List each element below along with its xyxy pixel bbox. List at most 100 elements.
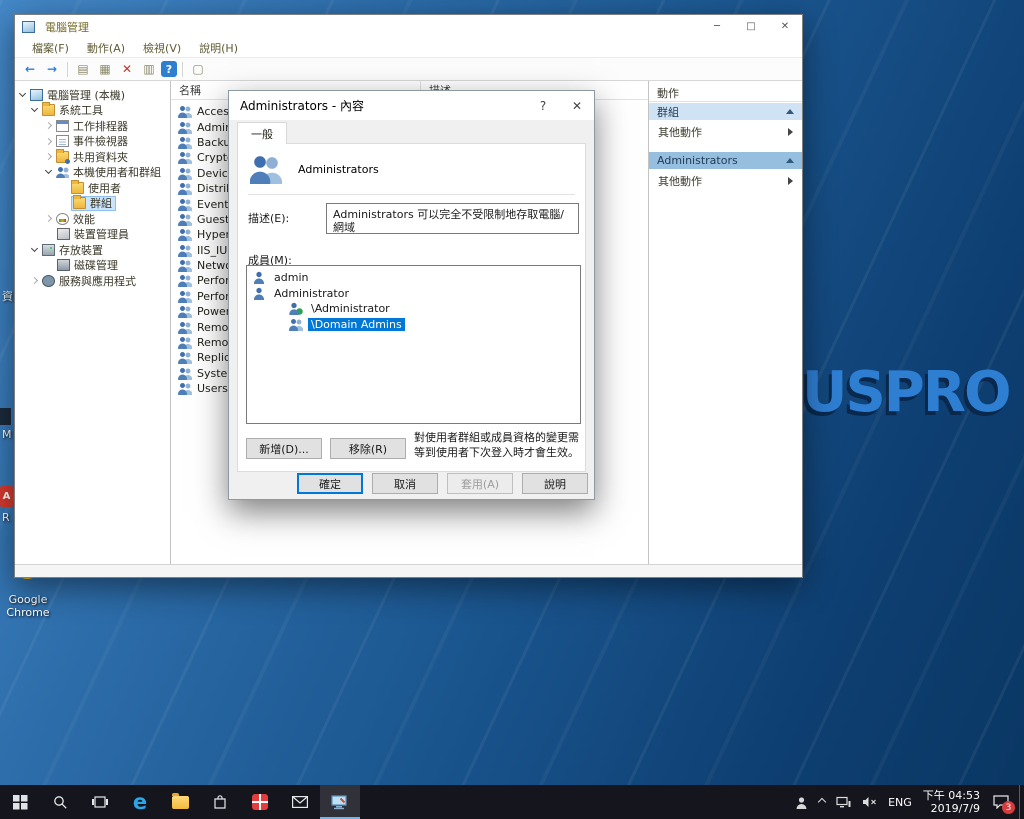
remove-button[interactable]: 移除(R)	[330, 438, 406, 459]
description-label: 描述(E):	[248, 212, 290, 225]
computer-management-taskbar-button[interactable]	[320, 785, 360, 819]
actions-section-administrators[interactable]: Administrators	[649, 152, 802, 169]
chevron-right-icon[interactable]	[44, 137, 53, 145]
back-button[interactable]: ←	[20, 60, 40, 79]
tree-label: 磁碟管理	[74, 259, 118, 273]
chevron-right-icon[interactable]	[44, 153, 53, 161]
more-actions-groups[interactable]: 其他動作	[649, 123, 802, 140]
chevron-down-icon[interactable]	[30, 244, 39, 252]
start-button[interactable]	[0, 785, 40, 819]
menu-help[interactable]: 說明(H)	[190, 40, 247, 56]
desktop-icon-partial[interactable]	[0, 408, 11, 425]
red-app-button[interactable]	[240, 785, 280, 819]
chrome-label[interactable]: Google Chrome	[0, 593, 56, 619]
apply-button[interactable]: 套用(A)	[447, 473, 513, 494]
tree-item-local-users-groups[interactable]: 本機使用者和群組	[15, 165, 170, 181]
members-listbox[interactable]: admin Administrator \Administrator \Doma…	[246, 265, 581, 424]
computer-management-icon	[331, 794, 347, 809]
maximize-button[interactable]: □	[734, 15, 768, 38]
actions-section-groups[interactable]: 群組	[649, 103, 802, 120]
cancel-button[interactable]: 取消	[372, 473, 438, 494]
tree-item-system-tools[interactable]: 系統工具	[15, 102, 170, 119]
task-view-button[interactable]	[80, 785, 120, 819]
membership-note: 對使用者群組或成員資格的變更需等到使用者下次登入時才會生效。	[414, 431, 579, 459]
member-item[interactable]: Administrator	[247, 286, 580, 302]
tree-selection[interactable]: 群組	[71, 195, 116, 211]
search-button[interactable]	[40, 785, 80, 819]
tab-general[interactable]: 一般	[237, 122, 287, 144]
member-item-selected[interactable]: \Domain Admins	[247, 317, 580, 333]
tree-item-users[interactable]: 使用者	[15, 179, 170, 196]
group-icon	[178, 351, 192, 365]
collapse-icon[interactable]	[786, 109, 794, 114]
tree-item-event-viewer[interactable]: 事件檢視器	[15, 134, 170, 150]
store-bag-icon	[214, 795, 226, 809]
tree-item-shared-folders[interactable]: 共用資料夾	[15, 148, 170, 165]
chevron-down-icon[interactable]	[30, 105, 39, 113]
tree-item-disk-management[interactable]: 磁碟管理	[15, 258, 170, 274]
dialog-help-button[interactable]: ?	[526, 91, 560, 120]
member-item[interactable]: admin	[247, 270, 580, 286]
dialog-titlebar[interactable]: Administrators - 內容 ? ✕	[229, 91, 594, 120]
close-button[interactable]: ✕	[768, 15, 802, 38]
window-titlebar[interactable]: 電腦管理 ─ □ ✕	[15, 15, 802, 38]
store-button[interactable]	[200, 785, 240, 819]
collapse-icon[interactable]	[786, 158, 794, 163]
action-center-button[interactable]: 3	[991, 792, 1015, 814]
show-console-tree-button[interactable]: ▤	[73, 60, 93, 79]
tree-item-services-applications[interactable]: 服務與應用程式	[15, 273, 170, 289]
member-item[interactable]: \Administrator	[247, 301, 580, 317]
tree-label: 存放裝置	[59, 243, 103, 257]
delete-button[interactable]: ✕	[117, 60, 137, 79]
tree-item-device-manager[interactable]: 裝置管理員	[15, 227, 170, 243]
recycle-bin-label[interactable]: 資	[2, 288, 13, 304]
file-explorer-button[interactable]	[160, 785, 200, 819]
export-list-button[interactable]: ▥	[139, 60, 159, 79]
network-icon[interactable]	[836, 796, 851, 808]
mail-button[interactable]	[280, 785, 320, 819]
chevron-down-icon[interactable]	[18, 89, 27, 97]
forward-button[interactable]: →	[42, 60, 62, 79]
help-toolbar-button[interactable]: ?	[161, 61, 177, 77]
device-manager-icon	[57, 228, 70, 241]
hidden-icons-chevron-icon[interactable]	[817, 797, 827, 807]
tree-item-storage[interactable]: 存放裝置	[15, 242, 170, 258]
submenu-arrow-icon	[788, 176, 793, 185]
submenu-arrow-icon	[788, 127, 793, 136]
desktop-icon-m-label[interactable]: M	[2, 428, 12, 441]
dialog-close-button[interactable]: ✕	[560, 91, 594, 120]
more-actions-administrators[interactable]: 其他動作	[649, 172, 802, 189]
chevron-down-icon[interactable]	[44, 167, 53, 175]
edge-button[interactable]: e	[120, 785, 160, 819]
properties-button[interactable]: ▦	[95, 60, 115, 79]
tree-item-computer-management[interactable]: 電腦管理 (本機)	[15, 87, 170, 103]
menu-view[interactable]: 檢視(V)	[134, 40, 190, 56]
help-button[interactable]: 說明	[522, 473, 588, 494]
minimize-button[interactable]: ─	[700, 15, 734, 38]
chevron-right-icon[interactable]	[44, 215, 53, 223]
tree-item-task-scheduler[interactable]: 工作排程器	[15, 118, 170, 134]
new-window-button[interactable]: ▢	[188, 60, 208, 79]
ok-button[interactable]: 確定	[297, 473, 363, 494]
desktop-icon-r-label[interactable]: R	[2, 511, 10, 524]
acrobat-icon[interactable]: A	[0, 486, 13, 507]
language-indicator[interactable]: ENG	[888, 796, 912, 809]
show-desktop-button[interactable]	[1019, 785, 1024, 819]
user-icon	[252, 286, 266, 300]
clock[interactable]: 下午 04:53 2019/7/9	[923, 789, 980, 815]
chevron-right-icon[interactable]	[30, 277, 39, 285]
menu-file[interactable]: 檔案(F)	[23, 40, 78, 56]
menu-action[interactable]: 動作(A)	[78, 40, 134, 56]
volume-muted-icon[interactable]	[862, 796, 877, 808]
group-large-icon	[250, 154, 282, 184]
shared-folder-icon	[56, 148, 70, 164]
chevron-right-icon[interactable]	[44, 122, 53, 130]
user-tray-icon[interactable]	[795, 796, 808, 809]
tree-item-groups[interactable]: 群組	[15, 195, 170, 212]
group-icon	[178, 166, 192, 180]
tree-item-performance[interactable]: 效能	[15, 211, 170, 227]
toolbar: ← → ▤ ▦ ✕ ▥ ? ▢	[15, 58, 802, 81]
description-field[interactable]: Administrators 可以完全不受限制地存取電腦/網域	[326, 203, 579, 234]
add-button[interactable]: 新增(D)...	[246, 438, 322, 459]
